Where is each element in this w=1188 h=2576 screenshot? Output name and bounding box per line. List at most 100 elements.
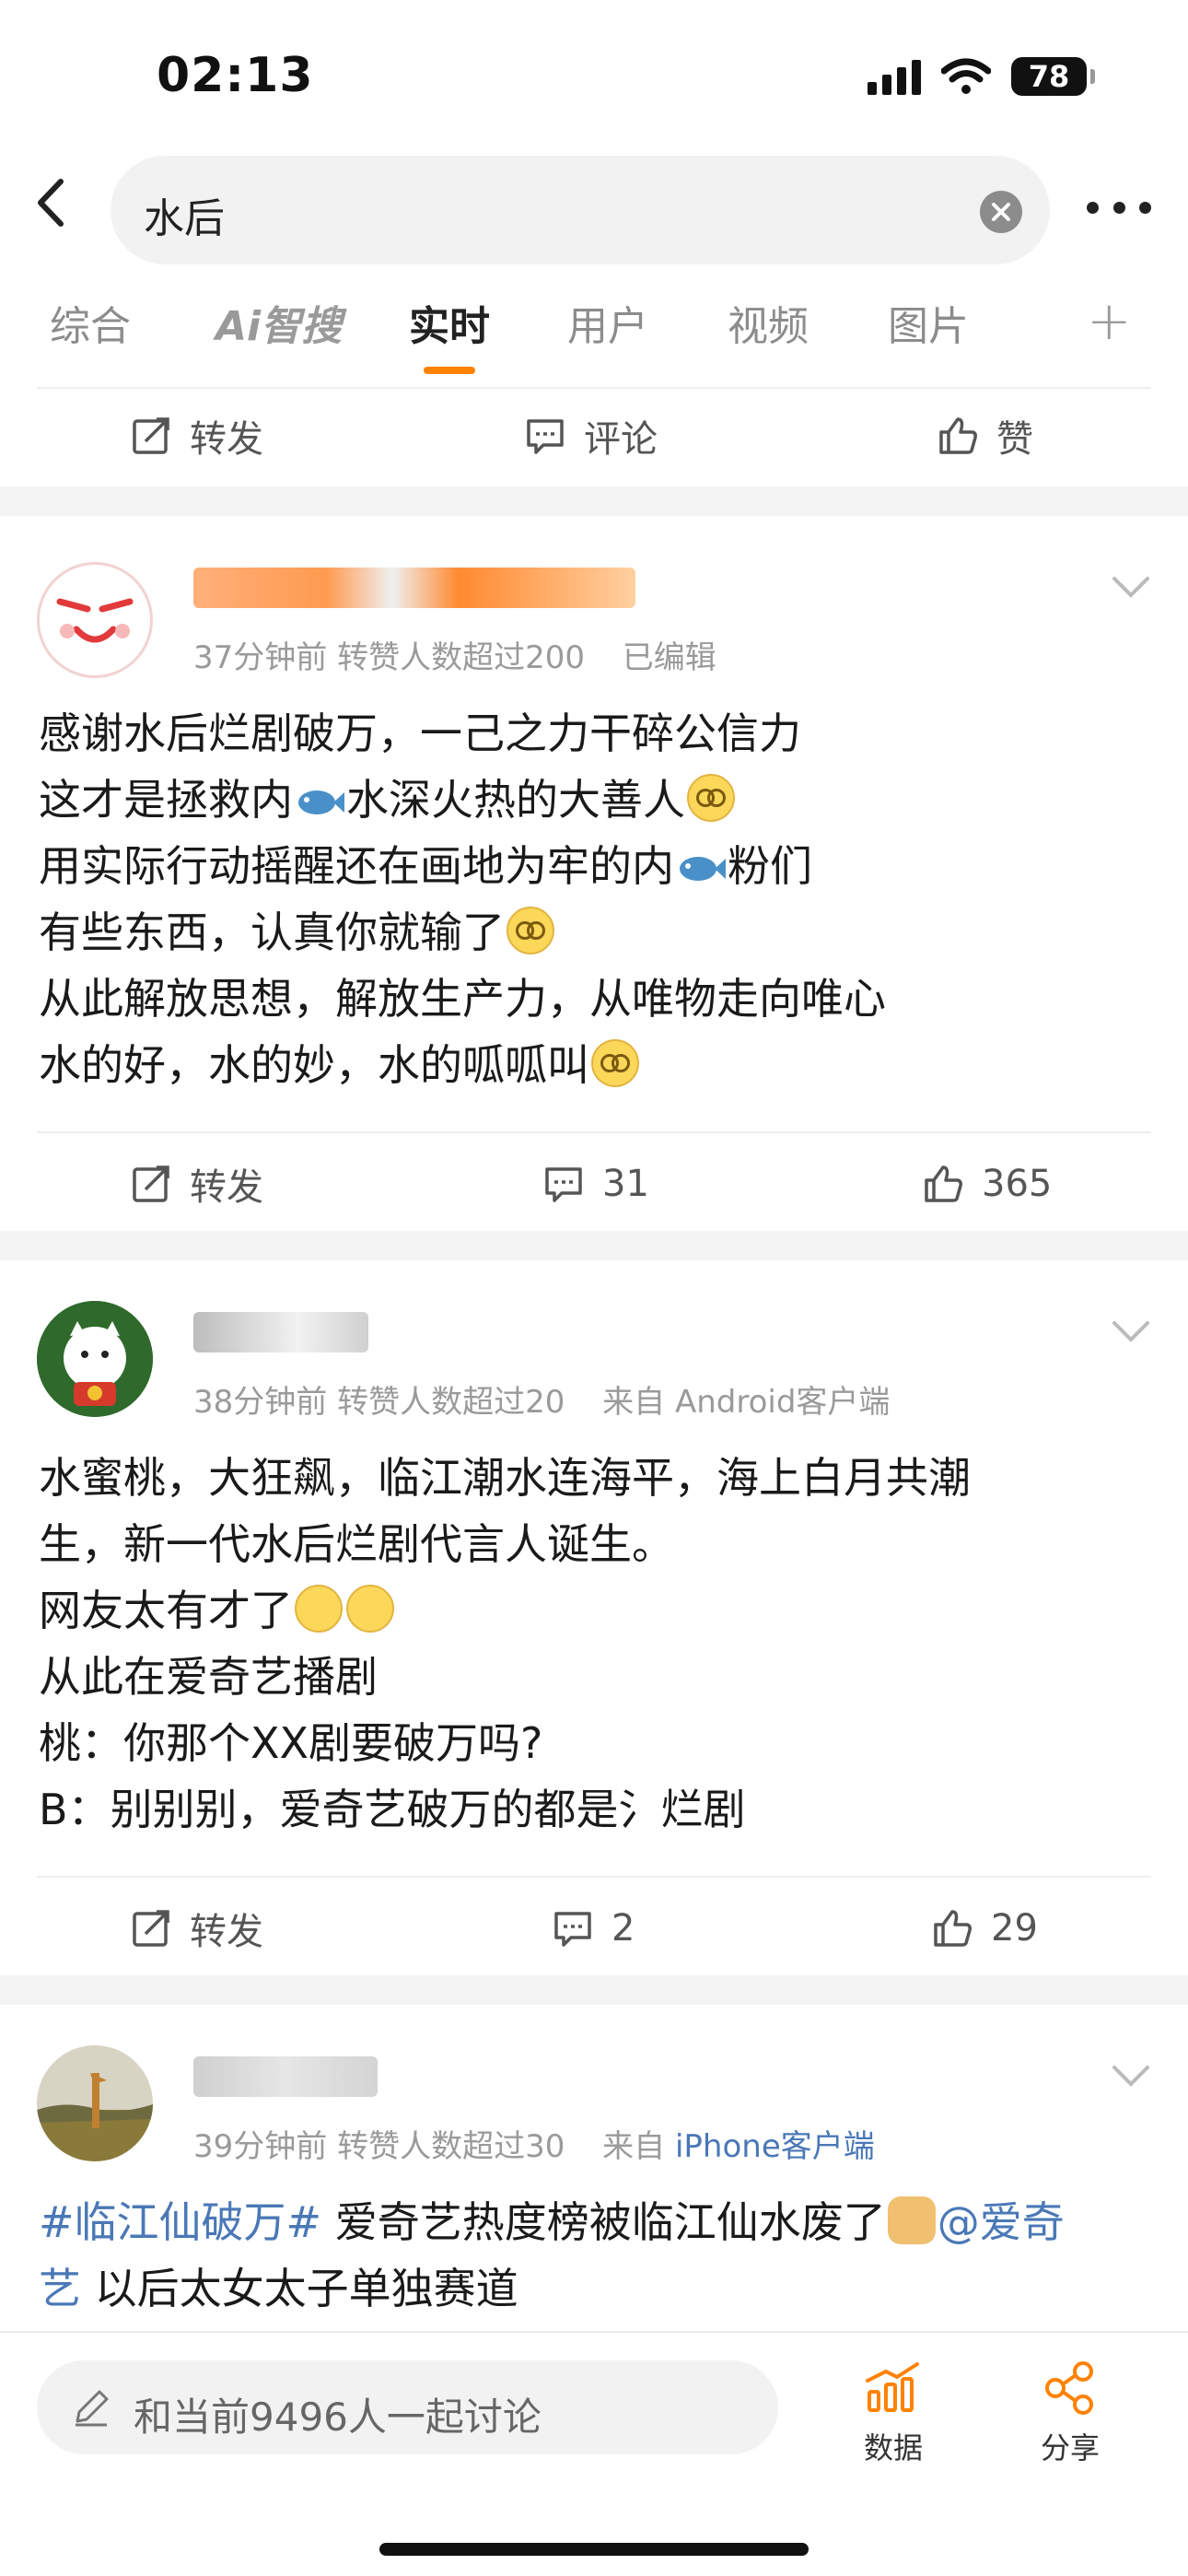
post-text-line: 水蜜桃，大狂飙，临江潮水连海平，海上白月共潮 xyxy=(39,1453,971,1503)
post-time-stats: 39分钟前 转赞人数超过30 xyxy=(193,2128,565,2165)
edited-label: 已编辑 xyxy=(622,639,716,676)
post-card[interactable]: 37分钟前 转赞人数超过200 已编辑 感谢水后烂剧破万，一己之力干碎公信力 这… xyxy=(0,516,1188,1225)
tab-ai-search[interactable]: Ai智搜 xyxy=(215,293,342,352)
hashtag-link[interactable]: #临江仙破万# xyxy=(39,2197,321,2247)
share-button[interactable]: 分享 xyxy=(1006,2360,1135,2467)
glasses-face-emoji-icon xyxy=(591,1039,639,1087)
mention-link[interactable]: @爱奇 xyxy=(938,2197,1065,2247)
share-label: 分享 xyxy=(1040,2430,1100,2465)
tab-images[interactable]: 图片 xyxy=(888,293,969,352)
post-source-prefix: 来自 xyxy=(602,2128,666,2165)
chevron-down-icon[interactable] xyxy=(1111,573,1151,601)
search-query-text: 水后 xyxy=(144,195,225,242)
post-text-line: 桃：你那个XX剧要破万吗? xyxy=(39,1718,543,1768)
data-button[interactable]: 数据 xyxy=(829,2360,958,2467)
share-icon xyxy=(1045,2361,1093,2415)
username-redacted[interactable] xyxy=(193,2056,378,2107)
pencil-icon xyxy=(76,2390,109,2427)
post-time-stats: 37分钟前 转赞人数超过200 xyxy=(193,639,585,676)
comment-icon xyxy=(527,419,564,454)
glasses-face-emoji-icon xyxy=(507,907,554,954)
comment-count: 2 xyxy=(611,1907,635,1950)
user-avatar[interactable] xyxy=(37,562,153,678)
repost-button[interactable]: 转发 xyxy=(129,1142,263,1225)
like-count: 29 xyxy=(991,1907,1038,1950)
tab-users[interactable]: 用户 xyxy=(567,293,648,352)
comment-count: 31 xyxy=(602,1163,649,1205)
cellular-signal-icon xyxy=(868,58,921,95)
data-chart-icon xyxy=(866,2362,919,2412)
fish-emoji-icon xyxy=(680,857,726,881)
comment-icon xyxy=(554,1912,591,1947)
status-icons: 78 xyxy=(868,57,1095,96)
like-label: 赞 xyxy=(996,418,1033,461)
post-separator xyxy=(0,1231,1188,1260)
chevron-down-icon[interactable] xyxy=(1111,2062,1151,2090)
like-button[interactable]: 赞 xyxy=(936,394,1033,477)
repost-label: 转发 xyxy=(190,1911,263,1953)
post-text-line: 从此在爱奇艺播剧 xyxy=(39,1652,378,1702)
repost-button[interactable]: 转发 xyxy=(129,394,263,477)
fish-emoji-icon xyxy=(298,790,344,814)
mention-link[interactable]: 艺 xyxy=(39,2264,81,2313)
status-time: 02:13 xyxy=(157,48,314,103)
post-text-line: 有些东西，认真你就输了 xyxy=(39,899,556,966)
data-label: 数据 xyxy=(863,2430,923,2465)
username-redacted[interactable] xyxy=(193,568,635,618)
post-meta: 38分钟前 转赞人数超过20 来自 Android客户端 xyxy=(193,1376,890,1422)
post-time-stats: 38分钟前 转赞人数超过20 xyxy=(193,1384,565,1421)
tab-comprehensive[interactable]: 综合 xyxy=(50,293,131,352)
post-meta: 37分钟前 转赞人数超过200 已编辑 xyxy=(193,632,716,677)
repost-icon xyxy=(133,1910,169,1947)
repost-icon xyxy=(133,1165,169,1202)
more-options-icon[interactable] xyxy=(1087,198,1151,217)
post-text-line: B：别别别，爱奇艺破万的都是氵烂剧 xyxy=(39,1785,746,1834)
repost-icon xyxy=(133,417,169,454)
comment-label: 评论 xyxy=(584,418,658,461)
status-bar: 02:13 78 xyxy=(0,0,1188,157)
search-input[interactable]: 水后 xyxy=(111,156,1050,264)
thumbs-up-icon xyxy=(934,1910,972,1947)
post-text-line: 网友太有才了 xyxy=(39,1577,396,1644)
divider xyxy=(37,1131,1151,1133)
post-separator xyxy=(0,1975,1188,2005)
divider xyxy=(37,1876,1151,1878)
post-card[interactable]: 38分钟前 转赞人数超过20 来自 Android客户端 水蜜桃，大狂飙，临江潮… xyxy=(0,1260,1188,1970)
post-actions: 转发 31 365 xyxy=(0,1142,1188,1225)
post-source: 来自 Android客户端 xyxy=(602,1384,891,1421)
comment-button[interactable]: 31 xyxy=(542,1142,649,1225)
repost-button[interactable]: 转发 xyxy=(129,1887,263,1970)
tab-realtime[interactable]: 实时 xyxy=(409,293,490,352)
laugh-cry-emoji-icon xyxy=(295,1585,343,1633)
back-arrow-icon[interactable] xyxy=(22,170,87,235)
like-button[interactable]: 29 xyxy=(930,1887,1038,1970)
post-card[interactable]: 39分钟前 转赞人数超过30 来自 iPhone客户端 #临江仙破万# 爱奇艺热… xyxy=(0,2005,1188,2331)
user-avatar[interactable] xyxy=(37,1301,153,1417)
clear-search-icon[interactable] xyxy=(980,191,1022,233)
user-avatar[interactable] xyxy=(37,2045,153,2161)
discussion-input[interactable]: 和当前9496人一起讨论 xyxy=(37,2360,778,2454)
previous-post-actions: 转发 评论 赞 xyxy=(0,394,1188,477)
doge-emoji-icon xyxy=(887,2196,936,2244)
thumbs-up-icon xyxy=(939,417,977,454)
post-meta: 39分钟前 转赞人数超过30 来自 iPhone客户端 xyxy=(193,2121,875,2166)
post-text-line: 艺 以后太女太子单独赛道 xyxy=(39,2264,518,2313)
add-tab-icon[interactable]: + xyxy=(1087,289,1132,352)
chevron-down-icon[interactable] xyxy=(1111,1317,1151,1345)
like-button[interactable]: 365 xyxy=(921,1142,1052,1225)
tab-video[interactable]: 视频 xyxy=(728,293,809,352)
comment-button[interactable]: 评论 xyxy=(523,394,658,477)
post-text-line: 感谢水后烂剧破万，一己之力干碎公信力 xyxy=(39,708,801,758)
discussion-placeholder: 和当前9496人一起讨论 xyxy=(134,2395,542,2440)
post-text-line: 这才是拯救内 水深火热的大善人 xyxy=(39,767,737,833)
comment-button[interactable]: 2 xyxy=(551,1887,635,1970)
battery-icon: 78 xyxy=(1011,57,1095,96)
post-actions: 转发 2 29 xyxy=(0,1887,1188,1970)
home-indicator[interactable] xyxy=(379,2543,809,2556)
like-count: 365 xyxy=(982,1163,1053,1205)
post-text-line: 生，新一代水后烂剧代言人诞生。 xyxy=(39,1519,674,1569)
username-redacted[interactable] xyxy=(193,1312,368,1363)
divider xyxy=(37,387,1151,389)
post-source-link[interactable]: iPhone客户端 xyxy=(675,2128,875,2165)
post-separator xyxy=(0,486,1188,516)
